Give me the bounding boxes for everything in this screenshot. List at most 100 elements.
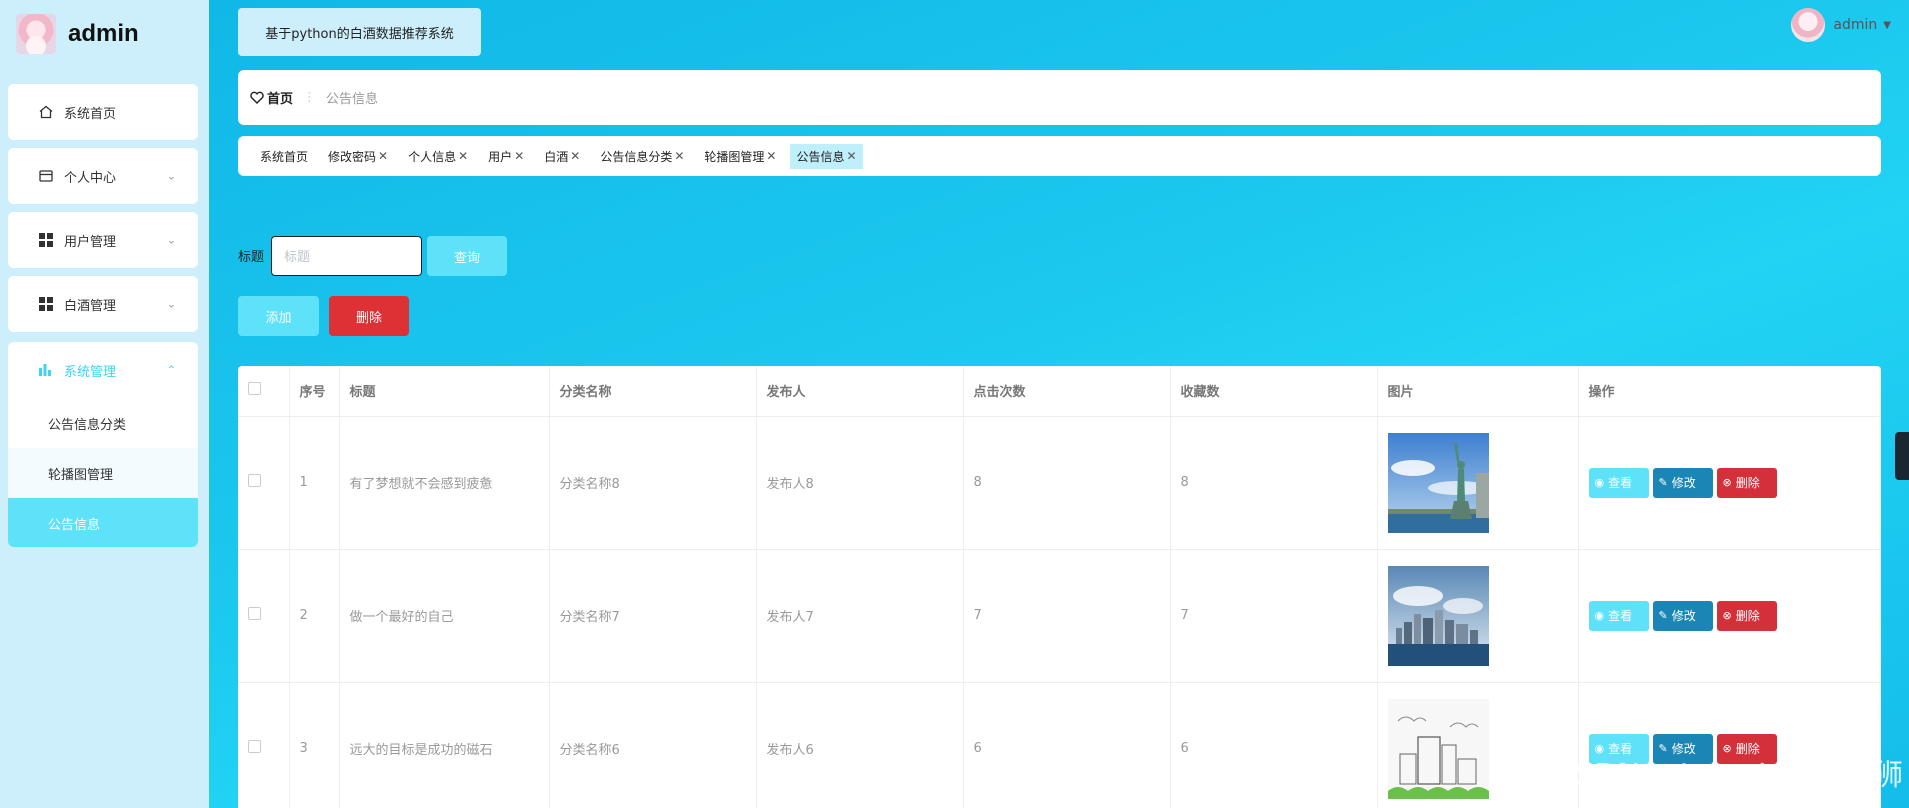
column-header: 发布人 bbox=[756, 366, 964, 417]
close-icon[interactable]: ✕ bbox=[378, 149, 388, 163]
sidebar: admin 系统首页 个人中心 ⌄ 用户管理 ⌄ 白酒管理 ⌄ 系统管理 ⌃ 公… bbox=[0, 0, 209, 808]
row-checkbox[interactable] bbox=[248, 740, 261, 753]
breadcrumb-home-label: 首页 bbox=[267, 92, 294, 107]
pencil-icon: ✎ bbox=[1658, 476, 1668, 489]
tag-label: 用户 bbox=[488, 149, 513, 164]
city-skyline-photo bbox=[1387, 565, 1489, 666]
table-row: 2 做一个最好的自己 分类名称7 发布人7 7 7 ◉ 查看 ✎ 修改 ⊗ 删除 bbox=[238, 549, 1881, 683]
view-label: 查看 bbox=[1608, 609, 1633, 623]
table-header-row: 序号 标题 分类名称 发布人 点击次数 收藏数 图片 操作 bbox=[238, 366, 1881, 417]
close-icon[interactable]: ✕ bbox=[674, 149, 684, 163]
breadcrumb-separator: ⋮ bbox=[303, 90, 317, 105]
sidebar-item-label: 用户管理 bbox=[64, 234, 117, 250]
sidebar-subitem-notice-category[interactable]: 公告信息分类 bbox=[8, 398, 198, 448]
column-header: 点击次数 bbox=[963, 366, 1171, 417]
sidebar-item-home[interactable]: 系统首页 bbox=[8, 84, 198, 140]
edit-button[interactable]: ✎ 修改 bbox=[1652, 467, 1713, 498]
select-all-checkbox[interactable] bbox=[248, 382, 261, 396]
close-icon[interactable]: ✕ bbox=[570, 149, 580, 163]
drawer-handle[interactable] bbox=[1895, 432, 1909, 480]
cell-index: 2 bbox=[289, 549, 340, 683]
row-checkbox[interactable] bbox=[248, 607, 261, 620]
cell-clicks: 8 bbox=[963, 416, 1171, 550]
tag-liquor[interactable]: 白酒 ✕ bbox=[538, 144, 586, 169]
circle-x-icon: ⊗ bbox=[1722, 476, 1732, 489]
cell-image bbox=[1377, 549, 1579, 683]
delete-label: 删除 bbox=[1735, 609, 1760, 623]
sidebar-item-label: 系统管理 bbox=[64, 364, 117, 380]
tag-home[interactable]: 系统首页 bbox=[254, 144, 314, 169]
edit-button[interactable]: ✎ 修改 bbox=[1652, 600, 1713, 631]
sidebar-item-liquor-management[interactable]: 白酒管理 ⌄ bbox=[8, 276, 198, 332]
title-search-input[interactable] bbox=[271, 236, 422, 276]
column-header: 收藏数 bbox=[1170, 366, 1378, 417]
cell-index: 3 bbox=[289, 682, 340, 808]
calendar-icon bbox=[38, 168, 54, 184]
sidebar-subitem-notice-info[interactable]: 公告信息 bbox=[8, 498, 198, 547]
breadcrumb-current: 公告信息 bbox=[326, 92, 379, 107]
delete-button[interactable]: ⊗ 删除 bbox=[1716, 600, 1777, 631]
eye-icon: ◉ bbox=[1594, 476, 1605, 489]
sidebar-subitem-carousel[interactable]: 轮播图管理 bbox=[8, 448, 198, 498]
tag-label: 轮播图管理 bbox=[704, 149, 765, 164]
table-row: 1 有了梦想就不会感到疲惫 分类名称8 发布人8 8 8 ◉ 查看 ✎ 修改 ⊗… bbox=[238, 416, 1881, 550]
close-icon[interactable]: ✕ bbox=[766, 149, 776, 163]
add-button[interactable]: 添加 bbox=[238, 296, 319, 336]
tag-notice-info[interactable]: 公告信息 ✕ bbox=[790, 143, 863, 169]
tag-carousel[interactable]: 轮播图管理 ✕ bbox=[698, 144, 782, 169]
sidebar-item-system-management[interactable]: 系统管理 ⌃ bbox=[8, 342, 198, 398]
view-button[interactable]: ◉ 查看 bbox=[1588, 467, 1649, 498]
breadcrumb-home[interactable]: 首页 bbox=[250, 88, 293, 107]
cell-image bbox=[1377, 682, 1579, 808]
cell-operations: ◉ 查看 ✎ 修改 ⊗ 删除 bbox=[1578, 549, 1881, 683]
batch-delete-button[interactable]: 删除 bbox=[329, 296, 409, 336]
column-header: 图片 bbox=[1377, 366, 1579, 417]
search-label: 标题 bbox=[238, 250, 265, 265]
close-icon[interactable]: ✕ bbox=[847, 149, 857, 163]
watermark: CSDN @Java_IoT 攻城狮 bbox=[1554, 758, 1903, 793]
cell-image bbox=[1377, 416, 1579, 550]
chevron-up-icon: ⌃ bbox=[166, 363, 176, 377]
row-checkbox[interactable] bbox=[248, 474, 261, 487]
cell-category: 分类名称6 bbox=[549, 682, 757, 808]
edit-label: 修改 bbox=[1671, 609, 1696, 623]
tag-label: 公告信息 bbox=[796, 149, 845, 164]
view-button[interactable]: ◉ 查看 bbox=[1588, 600, 1649, 631]
cell-publisher: 发布人7 bbox=[756, 549, 964, 683]
column-header: 标题 bbox=[339, 366, 550, 417]
home-icon bbox=[38, 104, 54, 120]
bar-chart-icon bbox=[38, 362, 54, 378]
cell-clicks: 7 bbox=[963, 549, 1171, 683]
column-header: 操作 bbox=[1578, 366, 1881, 417]
sidebar-group-system: 系统管理 ⌃ 公告信息分类 轮播图管理 公告信息 bbox=[8, 342, 198, 547]
tag-notice-category[interactable]: 公告信息分类 ✕ bbox=[594, 144, 690, 169]
cell-category: 分类名称7 bbox=[549, 549, 757, 683]
cell-favorites: 8 bbox=[1170, 416, 1378, 550]
row-select-cell bbox=[238, 416, 290, 550]
user-menu[interactable]: admin ▼ bbox=[1791, 8, 1891, 42]
delete-button[interactable]: ⊗ 删除 bbox=[1716, 467, 1777, 498]
sidebar-item-personal-center[interactable]: 个人中心 ⌄ bbox=[8, 148, 198, 204]
tag-label: 公告信息分类 bbox=[600, 149, 673, 164]
query-button[interactable]: 查询 bbox=[427, 236, 507, 276]
close-icon[interactable]: ✕ bbox=[514, 149, 524, 163]
tag-label: 修改密码 bbox=[328, 149, 377, 164]
caret-down-icon: ▼ bbox=[1883, 19, 1891, 31]
sidebar-item-user-management[interactable]: 用户管理 ⌄ bbox=[8, 212, 198, 268]
system-title: 基于python的白酒数据推荐系统 bbox=[238, 8, 481, 56]
tag-change-password[interactable]: 修改密码 ✕ bbox=[322, 144, 394, 169]
brand-name: admin bbox=[68, 20, 139, 47]
statue-of-liberty-photo bbox=[1387, 432, 1489, 533]
tags-view: 系统首页 修改密码 ✕ 个人信息 ✕ 用户 ✕ 白酒 ✕ 公告信息分类 ✕ 轮播图管理 ✕ … bbox=[238, 136, 1881, 176]
tag-user[interactable]: 用户 ✕ bbox=[482, 144, 530, 169]
chevron-down-icon: ⌄ bbox=[166, 169, 176, 183]
brand: admin bbox=[16, 12, 139, 56]
cell-title: 有了梦想就不会感到疲惫 bbox=[339, 416, 550, 550]
tag-personal-info[interactable]: 个人信息 ✕ bbox=[402, 144, 474, 169]
delete-label: 删除 bbox=[1735, 476, 1760, 490]
close-icon[interactable]: ✕ bbox=[458, 149, 468, 163]
grid-icon bbox=[38, 232, 54, 248]
notice-table: 序号 标题 分类名称 发布人 点击次数 收藏数 图片 操作 1 有了梦想就不会感… bbox=[238, 366, 1881, 808]
column-header: 序号 bbox=[289, 366, 340, 417]
view-label: 查看 bbox=[1608, 476, 1633, 490]
